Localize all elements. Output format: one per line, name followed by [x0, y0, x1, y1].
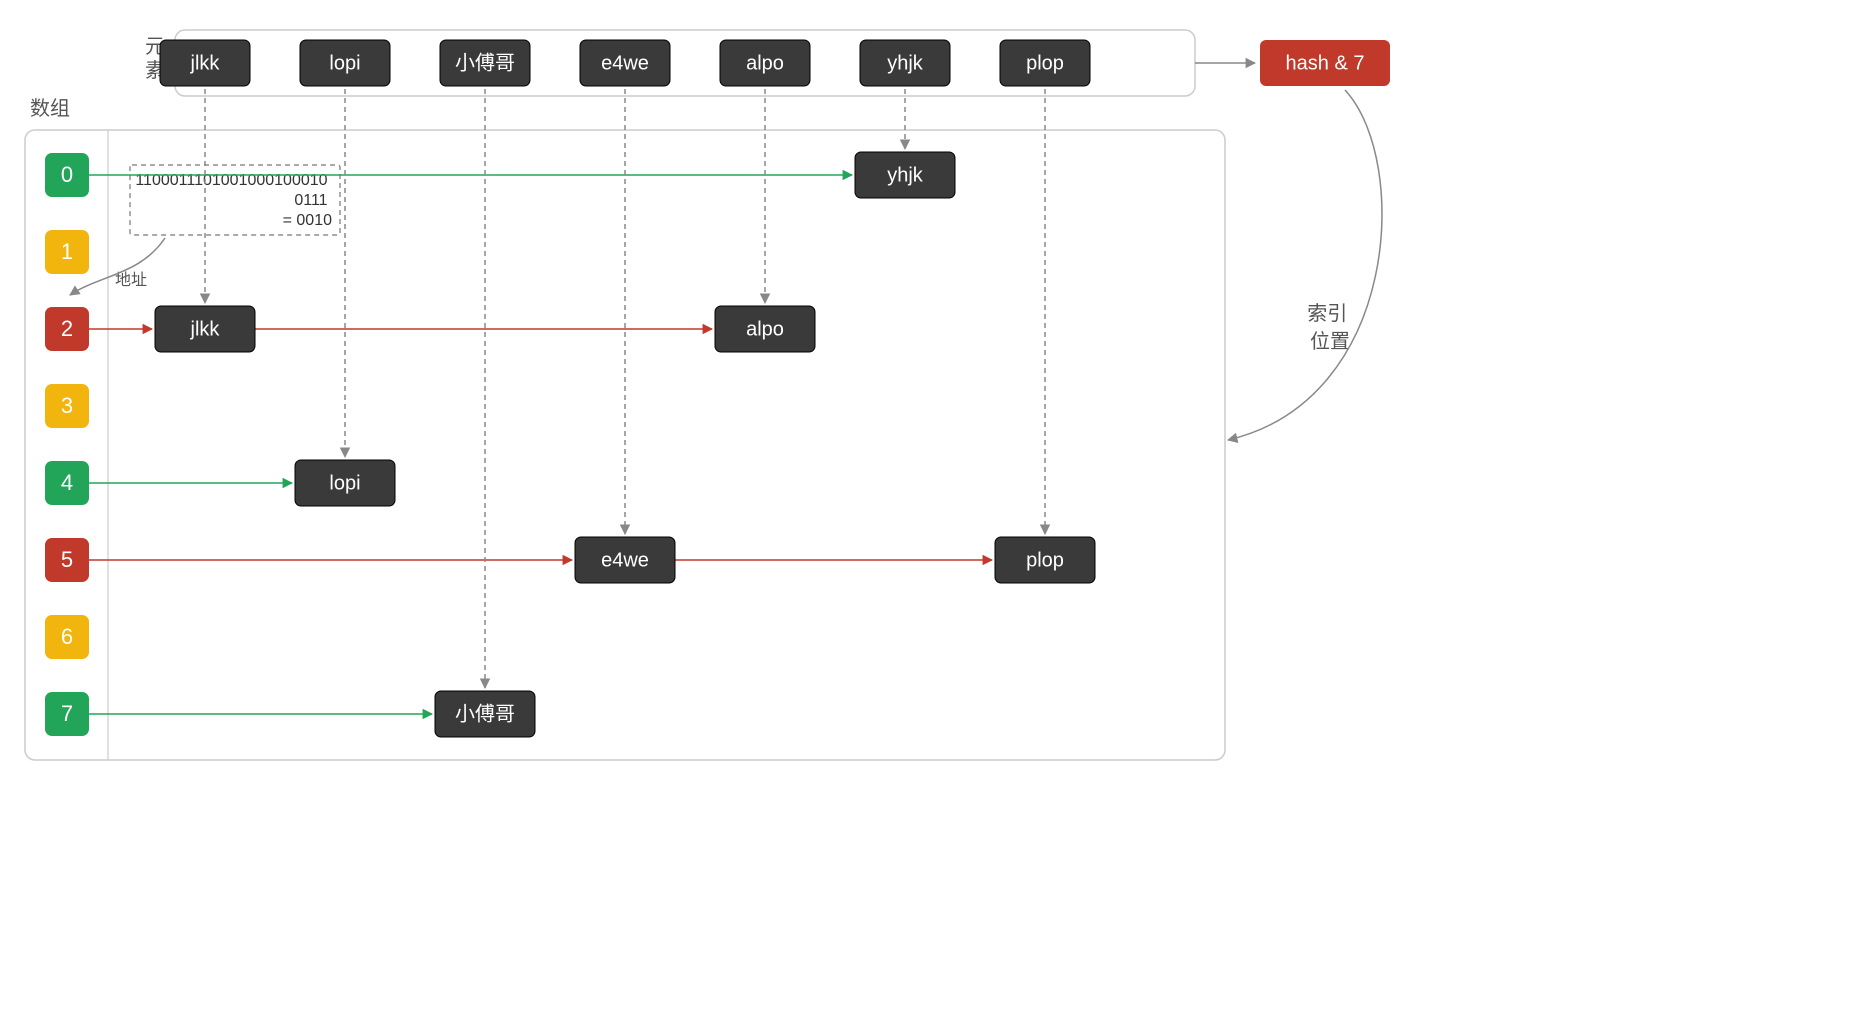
index-box-label: 1 [61, 239, 73, 264]
bucket-box-label: 小傅哥 [455, 702, 515, 725]
element-box-label: plop [1026, 52, 1064, 74]
element-box-label: e4we [601, 52, 649, 74]
index-box-label: 6 [61, 624, 73, 649]
element-box-label: yhjk [887, 52, 924, 74]
element-box-label: lopi [329, 52, 360, 74]
binary-text: 1100011101001000100010 0111 = 0010 [135, 172, 332, 229]
bucket-box-label: lopi [329, 472, 360, 494]
index-box-label: 4 [61, 470, 73, 495]
diagram-root: 元 素 jlkklopi小傅哥e4wealpoyhjkplop hash & 7… [0, 0, 1480, 780]
address-label: 地址 [115, 271, 147, 289]
bucket-box-label: e4we [601, 549, 649, 571]
index-box-label: 2 [61, 316, 73, 341]
arrow-hash-to-array [1228, 90, 1382, 440]
hash-box-label: hash & 7 [1286, 52, 1365, 74]
bucket-box-label: plop [1026, 549, 1064, 571]
element-box-label: 小傅哥 [455, 51, 515, 74]
bucket-box-label: yhjk [887, 164, 924, 186]
index-pos-label: 索引 位置 [1307, 302, 1353, 353]
index-box-label: 0 [61, 162, 73, 187]
element-box-label: alpo [746, 52, 784, 74]
index-box-label: 7 [61, 701, 73, 726]
element-box-label: jlkk [190, 52, 221, 74]
bucket-box-label: alpo [746, 318, 784, 340]
index-box-label: 5 [61, 547, 73, 572]
array-label: 数组 [30, 97, 70, 120]
index-box-label: 3 [61, 393, 73, 418]
bucket-box-label: jlkk [190, 318, 221, 340]
